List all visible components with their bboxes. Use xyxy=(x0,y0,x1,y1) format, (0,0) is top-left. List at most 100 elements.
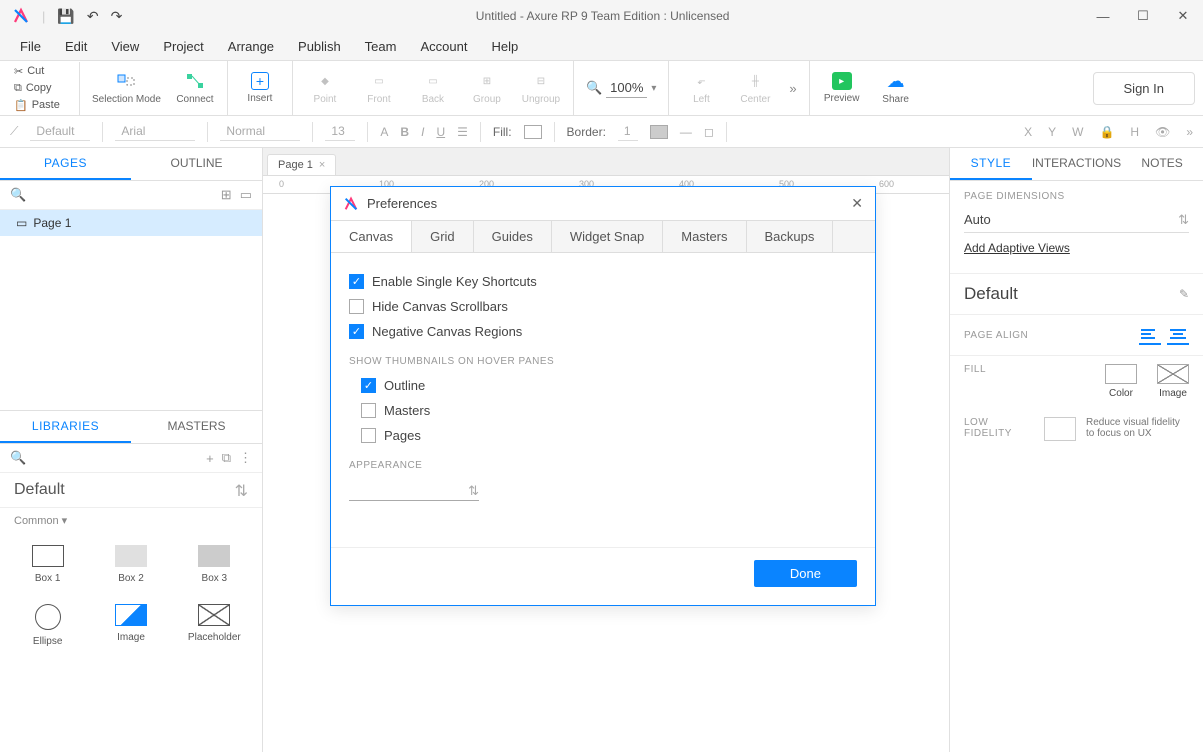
widget-box1[interactable]: Box 1 xyxy=(10,539,85,590)
library-search-input[interactable] xyxy=(34,451,198,465)
more-icon[interactable]: » xyxy=(789,81,796,96)
tab-masters[interactable]: MASTERS xyxy=(131,411,262,443)
selection-mode-button[interactable]: Selection Mode xyxy=(92,71,161,105)
widget-placeholder[interactable]: Placeholder xyxy=(177,598,252,653)
window-title: Untitled - Axure RP 9 Team Edition : Unl… xyxy=(122,9,1083,23)
close-tab-icon[interactable]: × xyxy=(319,159,325,171)
menu-dots-icon[interactable]: ⋮ xyxy=(239,450,252,466)
library-category[interactable]: Common ▾ xyxy=(0,508,262,533)
copy-button[interactable]: ⧉Copy xyxy=(12,81,75,96)
checkbox-outline[interactable]: ✓Outline xyxy=(361,373,857,398)
close-button[interactable]: ✕ xyxy=(1163,0,1203,32)
page-align-label: PAGE ALIGN xyxy=(964,330,1028,341)
page-item[interactable]: ▭ Page 1 xyxy=(0,210,262,236)
style-select[interactable]: Default xyxy=(30,122,90,141)
menu-file[interactable]: File xyxy=(10,35,51,58)
canvas-tab[interactable]: Page 1× xyxy=(267,154,336,175)
line-style-icon[interactable]: — xyxy=(680,125,692,139)
undo-icon[interactable]: ↶ xyxy=(87,8,99,25)
insert-button[interactable]: +Insert xyxy=(240,72,280,104)
menu-team[interactable]: Team xyxy=(355,35,407,58)
connect-button[interactable]: Connect xyxy=(175,71,215,105)
add-icon[interactable]: + xyxy=(206,451,214,466)
widget-box3[interactable]: Box 3 xyxy=(177,539,252,590)
checkbox-masters[interactable]: Masters xyxy=(361,398,857,423)
cut-button[interactable]: ✂Cut xyxy=(12,64,75,79)
size-select[interactable]: 13 xyxy=(325,122,355,141)
border-width[interactable]: 1 xyxy=(618,122,638,141)
underline-icon[interactable]: U xyxy=(436,125,445,139)
menu-account[interactable]: Account xyxy=(410,35,477,58)
preview-button[interactable]: ▸Preview xyxy=(822,72,862,104)
save-icon[interactable]: 💾 xyxy=(57,8,74,25)
add-page-icon[interactable]: ⊞ xyxy=(221,187,232,203)
fill-color-swatch[interactable] xyxy=(1105,364,1137,384)
library-icon[interactable]: ⧉ xyxy=(222,450,231,466)
menu-view[interactable]: View xyxy=(101,35,149,58)
text-color-icon[interactable]: A xyxy=(380,125,388,139)
tab-libraries[interactable]: LIBRARIES xyxy=(0,411,131,443)
zoom-input[interactable]: 100% xyxy=(606,78,647,98)
tab-notes[interactable]: NOTES xyxy=(1121,148,1203,180)
menu-edit[interactable]: Edit xyxy=(55,35,97,58)
weight-select[interactable]: Normal xyxy=(220,122,300,141)
paste-button[interactable]: 📋Paste xyxy=(12,98,75,113)
pref-tab-masters[interactable]: Masters xyxy=(663,221,746,252)
bullets-icon[interactable]: ☰ xyxy=(457,125,468,139)
page-dim-select[interactable]: Auto⇅ xyxy=(964,208,1189,233)
done-button[interactable]: Done xyxy=(754,560,857,587)
menu-project[interactable]: Project xyxy=(153,35,213,58)
italic-icon[interactable]: I xyxy=(421,125,424,139)
border-label: Border: xyxy=(567,125,606,139)
library-select[interactable]: Default⇅ xyxy=(0,473,262,508)
widget-image[interactable]: Image xyxy=(93,598,168,653)
share-button[interactable]: ☁Share xyxy=(876,71,916,105)
titlebar: | 💾 ↶ ↷ Untitled - Axure RP 9 Team Editi… xyxy=(0,0,1203,32)
edit-icon[interactable]: ✎ xyxy=(1179,287,1189,301)
search-icon: 🔍 xyxy=(10,450,26,466)
pref-tab-grid[interactable]: Grid xyxy=(412,221,474,252)
app-logo xyxy=(343,196,359,212)
fill-swatch[interactable] xyxy=(524,125,542,139)
checkbox-single-key[interactable]: ✓Enable Single Key Shortcuts xyxy=(349,269,857,294)
lowfi-text: Reduce visual fidelity to focus on UX xyxy=(1086,417,1189,441)
pref-tab-backups[interactable]: Backups xyxy=(747,221,834,252)
dialog-close-button[interactable]: ✕ xyxy=(851,195,863,212)
checkbox-negative-regions[interactable]: ✓Negative Canvas Regions xyxy=(349,319,857,344)
pref-tab-canvas[interactable]: Canvas xyxy=(331,221,412,252)
align-center-icon[interactable] xyxy=(1167,327,1189,345)
border-swatch[interactable] xyxy=(650,125,668,139)
widget-ellipse[interactable]: Ellipse xyxy=(10,598,85,653)
pref-tab-widgetsnap[interactable]: Widget Snap xyxy=(552,221,663,252)
bold-icon[interactable]: B xyxy=(400,125,409,139)
maximize-button[interactable]: ☐ xyxy=(1123,0,1163,32)
menu-arrange[interactable]: Arrange xyxy=(218,35,284,58)
fill-image-swatch[interactable] xyxy=(1157,364,1189,384)
paint-icon[interactable]: ⟋ xyxy=(10,124,18,139)
font-select[interactable]: Arial xyxy=(115,122,195,141)
tab-outline[interactable]: OUTLINE xyxy=(131,148,262,180)
folder-icon[interactable]: ▭ xyxy=(240,187,252,203)
corner-icon[interactable]: ◻ xyxy=(704,125,714,139)
redo-icon[interactable]: ↷ xyxy=(111,8,123,25)
tab-style[interactable]: STYLE xyxy=(950,148,1032,180)
pref-tab-guides[interactable]: Guides xyxy=(474,221,552,252)
more-style-icon[interactable]: » xyxy=(1186,125,1193,139)
tab-interactions[interactable]: INTERACTIONS xyxy=(1032,148,1121,180)
menu-help[interactable]: Help xyxy=(481,35,528,58)
menu-publish[interactable]: Publish xyxy=(288,35,351,58)
checkbox-hide-scrollbars[interactable]: Hide Canvas Scrollbars xyxy=(349,294,857,319)
lock-icon[interactable]: 🔒 xyxy=(1099,125,1114,139)
appearance-select[interactable]: ⇅ xyxy=(349,481,479,501)
minimize-button[interactable]: — xyxy=(1083,0,1123,32)
signin-button[interactable]: Sign In xyxy=(1093,72,1195,105)
pages-search-input[interactable] xyxy=(34,188,213,202)
widget-box2[interactable]: Box 2 xyxy=(93,539,168,590)
visibility-icon[interactable]: 👁 xyxy=(1155,125,1170,139)
adaptive-views-link[interactable]: Add Adaptive Views xyxy=(964,233,1070,263)
align-left-icon[interactable] xyxy=(1139,327,1161,345)
lowfi-toggle[interactable] xyxy=(1044,417,1076,441)
tab-pages[interactable]: PAGES xyxy=(0,148,131,180)
chevron-down-icon[interactable]: ▾ xyxy=(651,83,656,94)
checkbox-pages[interactable]: Pages xyxy=(361,423,857,448)
